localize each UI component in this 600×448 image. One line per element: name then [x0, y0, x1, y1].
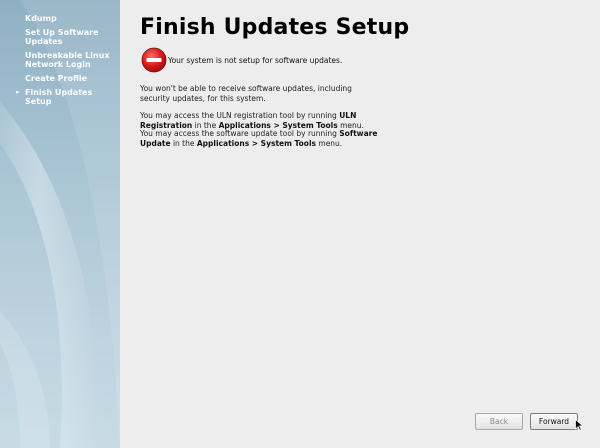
sidebar-step-uln-login: Unbreakable Linux Network Login [0, 51, 120, 69]
step-label: Finish Updates Setup [25, 88, 93, 106]
forward-button[interactable]: Forward [530, 413, 578, 430]
sidebar-step-set-up-software-updates: Set Up Software Updates [0, 28, 120, 46]
step-label: Set Up Software Updates [25, 28, 99, 46]
sidebar-step-create-profile: Create Profile [0, 74, 120, 83]
sidebar-step-finish-updates-setup: ▸ Finish Updates Setup [0, 88, 120, 106]
uln-instructions: You may access the ULN registration tool… [140, 111, 380, 130]
step-list: Kdump Set Up Software Updates Unbreakabl… [0, 14, 120, 111]
page-title: Finish Updates Setup [140, 15, 410, 40]
text: menu. [316, 138, 343, 148]
warning-paragraph: You won't be able to receive software up… [140, 84, 352, 103]
software-update-instructions: You may access the software update tool … [140, 129, 380, 148]
main-content: Finish Updates Setup Your system is not … [120, 0, 600, 448]
text: You may access the ULN registration tool… [140, 111, 340, 120]
mouse-pointer-icon [575, 419, 584, 431]
step-label: Create Profile [25, 74, 88, 83]
current-step-arrow-icon: ▸ [16, 88, 20, 96]
step-label: Kdump [25, 14, 57, 23]
step-label: Unbreakable Linux Network Login [25, 51, 110, 69]
text: in the [170, 138, 197, 148]
sidebar-step-kdump: Kdump [0, 14, 120, 23]
stop-icon [141, 47, 167, 73]
status-message: Your system is not setup for software up… [168, 56, 343, 65]
sidebar: Kdump Set Up Software Updates Unbreakabl… [0, 0, 120, 448]
menu-path: Applications > System Tools [196, 138, 316, 148]
back-button[interactable]: Back [475, 413, 523, 430]
text: You may access the software update tool … [140, 129, 340, 138]
